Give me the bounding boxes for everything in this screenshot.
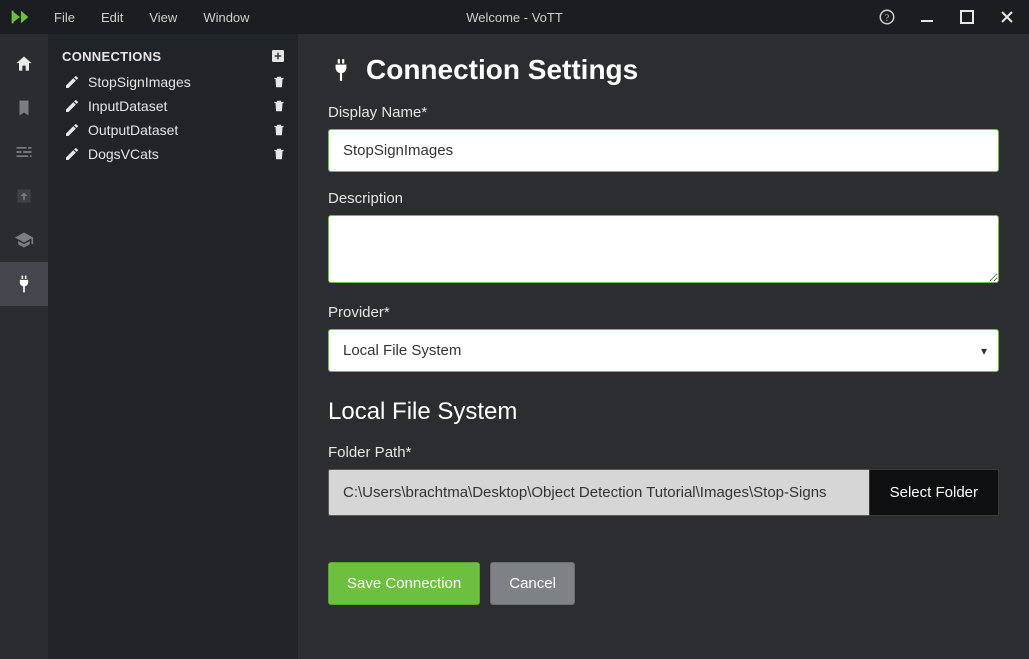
save-connection-button[interactable]: Save Connection: [328, 562, 480, 605]
nav-sliders-icon[interactable]: [0, 130, 48, 174]
titlebar-controls: ?: [873, 3, 1021, 31]
help-icon[interactable]: ?: [873, 3, 901, 31]
delete-icon[interactable]: [272, 75, 286, 89]
menu-edit[interactable]: Edit: [89, 4, 135, 31]
page-title: Connection Settings: [328, 54, 999, 86]
action-row: Save Connection Cancel: [328, 562, 999, 605]
nav-home-icon[interactable]: [0, 42, 48, 86]
edit-icon: [62, 74, 82, 90]
nav-bookmark-icon[interactable]: [0, 86, 48, 130]
connection-name: OutputDataset: [88, 122, 272, 138]
add-connection-icon[interactable]: [270, 48, 286, 64]
connection-name: DogsVCats: [88, 146, 272, 162]
titlebar: File Edit View Window Welcome - VoTT ?: [0, 0, 1029, 34]
description-label: Description: [328, 190, 999, 207]
delete-icon[interactable]: [272, 147, 286, 161]
delete-icon[interactable]: [272, 123, 286, 137]
nav-plug-icon[interactable]: [0, 262, 48, 306]
connection-item[interactable]: DogsVCats: [48, 142, 298, 166]
main-content: Connection Settings Display Name* Descri…: [298, 34, 1029, 659]
select-folder-button[interactable]: Select Folder: [869, 469, 999, 516]
display-name-label: Display Name*: [328, 104, 999, 121]
description-input[interactable]: [328, 215, 999, 283]
app-logo: [8, 5, 32, 29]
connections-header-label: CONNECTIONS: [62, 49, 161, 64]
provider-select[interactable]: Local File System: [328, 329, 999, 372]
menu-bar: File Edit View Window: [42, 4, 262, 31]
side-nav: [0, 34, 48, 659]
connection-name: InputDataset: [88, 98, 272, 114]
nav-export-icon[interactable]: [0, 174, 48, 218]
delete-icon[interactable]: [272, 99, 286, 113]
menu-file[interactable]: File: [42, 4, 87, 31]
edit-icon: [62, 98, 82, 114]
edit-icon: [62, 146, 82, 162]
svg-text:?: ?: [885, 13, 889, 24]
connections-header: CONNECTIONS: [48, 42, 298, 70]
close-icon[interactable]: [993, 3, 1021, 31]
nav-graduation-icon[interactable]: [0, 218, 48, 262]
connection-item[interactable]: OutputDataset: [48, 118, 298, 142]
cancel-button[interactable]: Cancel: [490, 562, 575, 605]
provider-label: Provider*: [328, 304, 999, 321]
provider-select-wrap: Local File System: [328, 329, 999, 372]
connections-panel: CONNECTIONS StopSignImages InputDataset: [48, 34, 298, 659]
folder-row: Select Folder: [328, 469, 999, 516]
minimize-icon[interactable]: [913, 3, 941, 31]
folder-path-label: Folder Path*: [328, 444, 999, 461]
connection-item[interactable]: StopSignImages: [48, 70, 298, 94]
page-title-text: Connection Settings: [366, 54, 638, 86]
display-name-input[interactable]: [328, 129, 999, 172]
plug-icon: [328, 57, 354, 83]
window-title: Welcome - VoTT: [466, 10, 563, 25]
section-title: Local File System: [328, 398, 999, 426]
edit-icon: [62, 122, 82, 138]
main-layout: CONNECTIONS StopSignImages InputDataset: [0, 34, 1029, 659]
connection-name: StopSignImages: [88, 74, 272, 90]
folder-path-input[interactable]: [328, 469, 869, 516]
maximize-icon[interactable]: [953, 3, 981, 31]
connection-item[interactable]: InputDataset: [48, 94, 298, 118]
menu-window[interactable]: Window: [191, 4, 261, 31]
menu-view[interactable]: View: [137, 4, 189, 31]
